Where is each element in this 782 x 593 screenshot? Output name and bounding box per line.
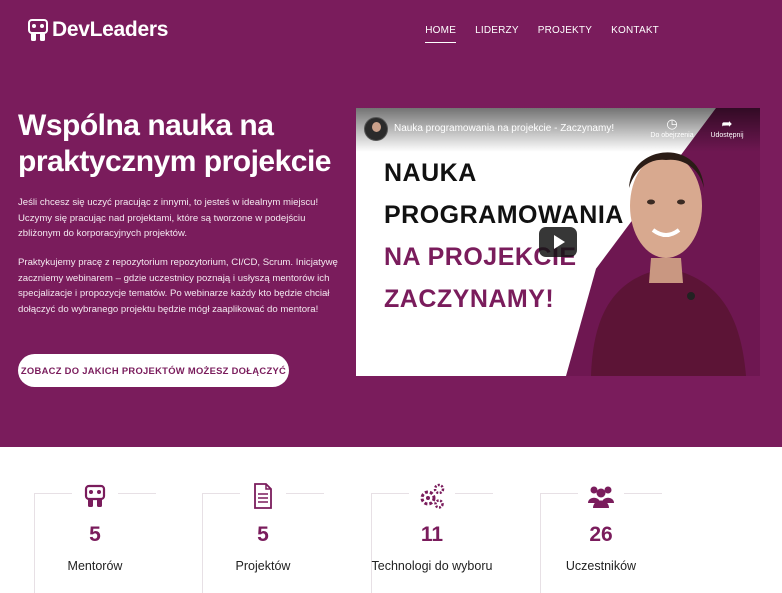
stat-technologies: 11 Technologi do wyboru: [371, 483, 493, 593]
stat-value: 26: [589, 523, 613, 546]
projects-cta-button[interactable]: ZOBACZ DO JAKICH PROJEKTÓW MOŻESZ DOŁĄCZ…: [18, 354, 289, 387]
stats-section: 5 Mentorów 5 Projektów 11 Technologi do …: [0, 447, 782, 593]
main-nav: HOME LIDERZY PROJEKTY KONTAKT: [425, 25, 659, 43]
channel-avatar[interactable]: [364, 117, 388, 141]
hero-section: DevLeaders HOME LIDERZY PROJEKTY KONTAKT…: [0, 0, 782, 447]
logo[interactable]: DevLeaders: [28, 18, 168, 42]
hero-paragraph-1: Jeśli chcesz się uczyć pracując z innymi…: [18, 197, 319, 239]
video-embed[interactable]: NAUKA PROGRAMOWANIA NA PROJEKCIE ZACZYNA…: [356, 108, 760, 376]
nav-projekty[interactable]: PROJEKTY: [538, 25, 592, 43]
mentor-icon: [80, 481, 110, 511]
stat-label: Technologi do wyboru: [371, 559, 493, 573]
devleaders-logo-icon: [28, 19, 48, 41]
share-label: Udostępnij: [710, 132, 744, 139]
video-title-bar: Nauka programowania na projekcie - Zaczy…: [356, 108, 760, 152]
nav-home[interactable]: HOME: [425, 25, 456, 43]
stat-value: 5: [89, 523, 101, 546]
stat-label: Mentorów: [67, 559, 123, 573]
stat-value: 5: [257, 523, 269, 546]
nav-kontakt[interactable]: KONTAKT: [611, 25, 659, 43]
hero-paragraph-2: Praktykujemy pracę z repozytorium repozy…: [18, 257, 338, 315]
stat-projects: 5 Projektów: [202, 483, 324, 593]
watch-later-label: Do obejrzenia: [650, 132, 694, 139]
thumbnail-text-line: ZACZYNAMY!: [384, 285, 555, 313]
video-title[interactable]: Nauka programowania na projekcie - Zaczy…: [394, 123, 614, 134]
users-icon: [586, 481, 616, 511]
share-button[interactable]: ➦ Udostępnij: [703, 116, 751, 139]
thumbnail-text-line: NAUKA: [384, 159, 477, 187]
stat-label: Uczestników: [565, 559, 637, 573]
stat-value: 11: [420, 523, 444, 546]
brand-name: DevLeaders: [52, 18, 169, 41]
document-icon: [248, 481, 278, 511]
watch-later-button[interactable]: ◷ Do obejrzenia: [648, 116, 696, 139]
play-button[interactable]: [539, 227, 577, 257]
hero-title: Wspólna nauka na praktycznym projekcie: [18, 109, 331, 178]
gears-icon: [417, 481, 447, 511]
stat-mentors: 5 Mentorów: [34, 484, 156, 593]
stat-participants: 26 Uczestników: [540, 486, 662, 593]
share-icon: ➦: [721, 116, 733, 131]
stat-label: Projektów: [235, 559, 291, 573]
nav-liderzy[interactable]: LIDERZY: [475, 25, 519, 43]
presenter-image: [591, 152, 746, 376]
clock-icon: ◷: [666, 116, 678, 131]
